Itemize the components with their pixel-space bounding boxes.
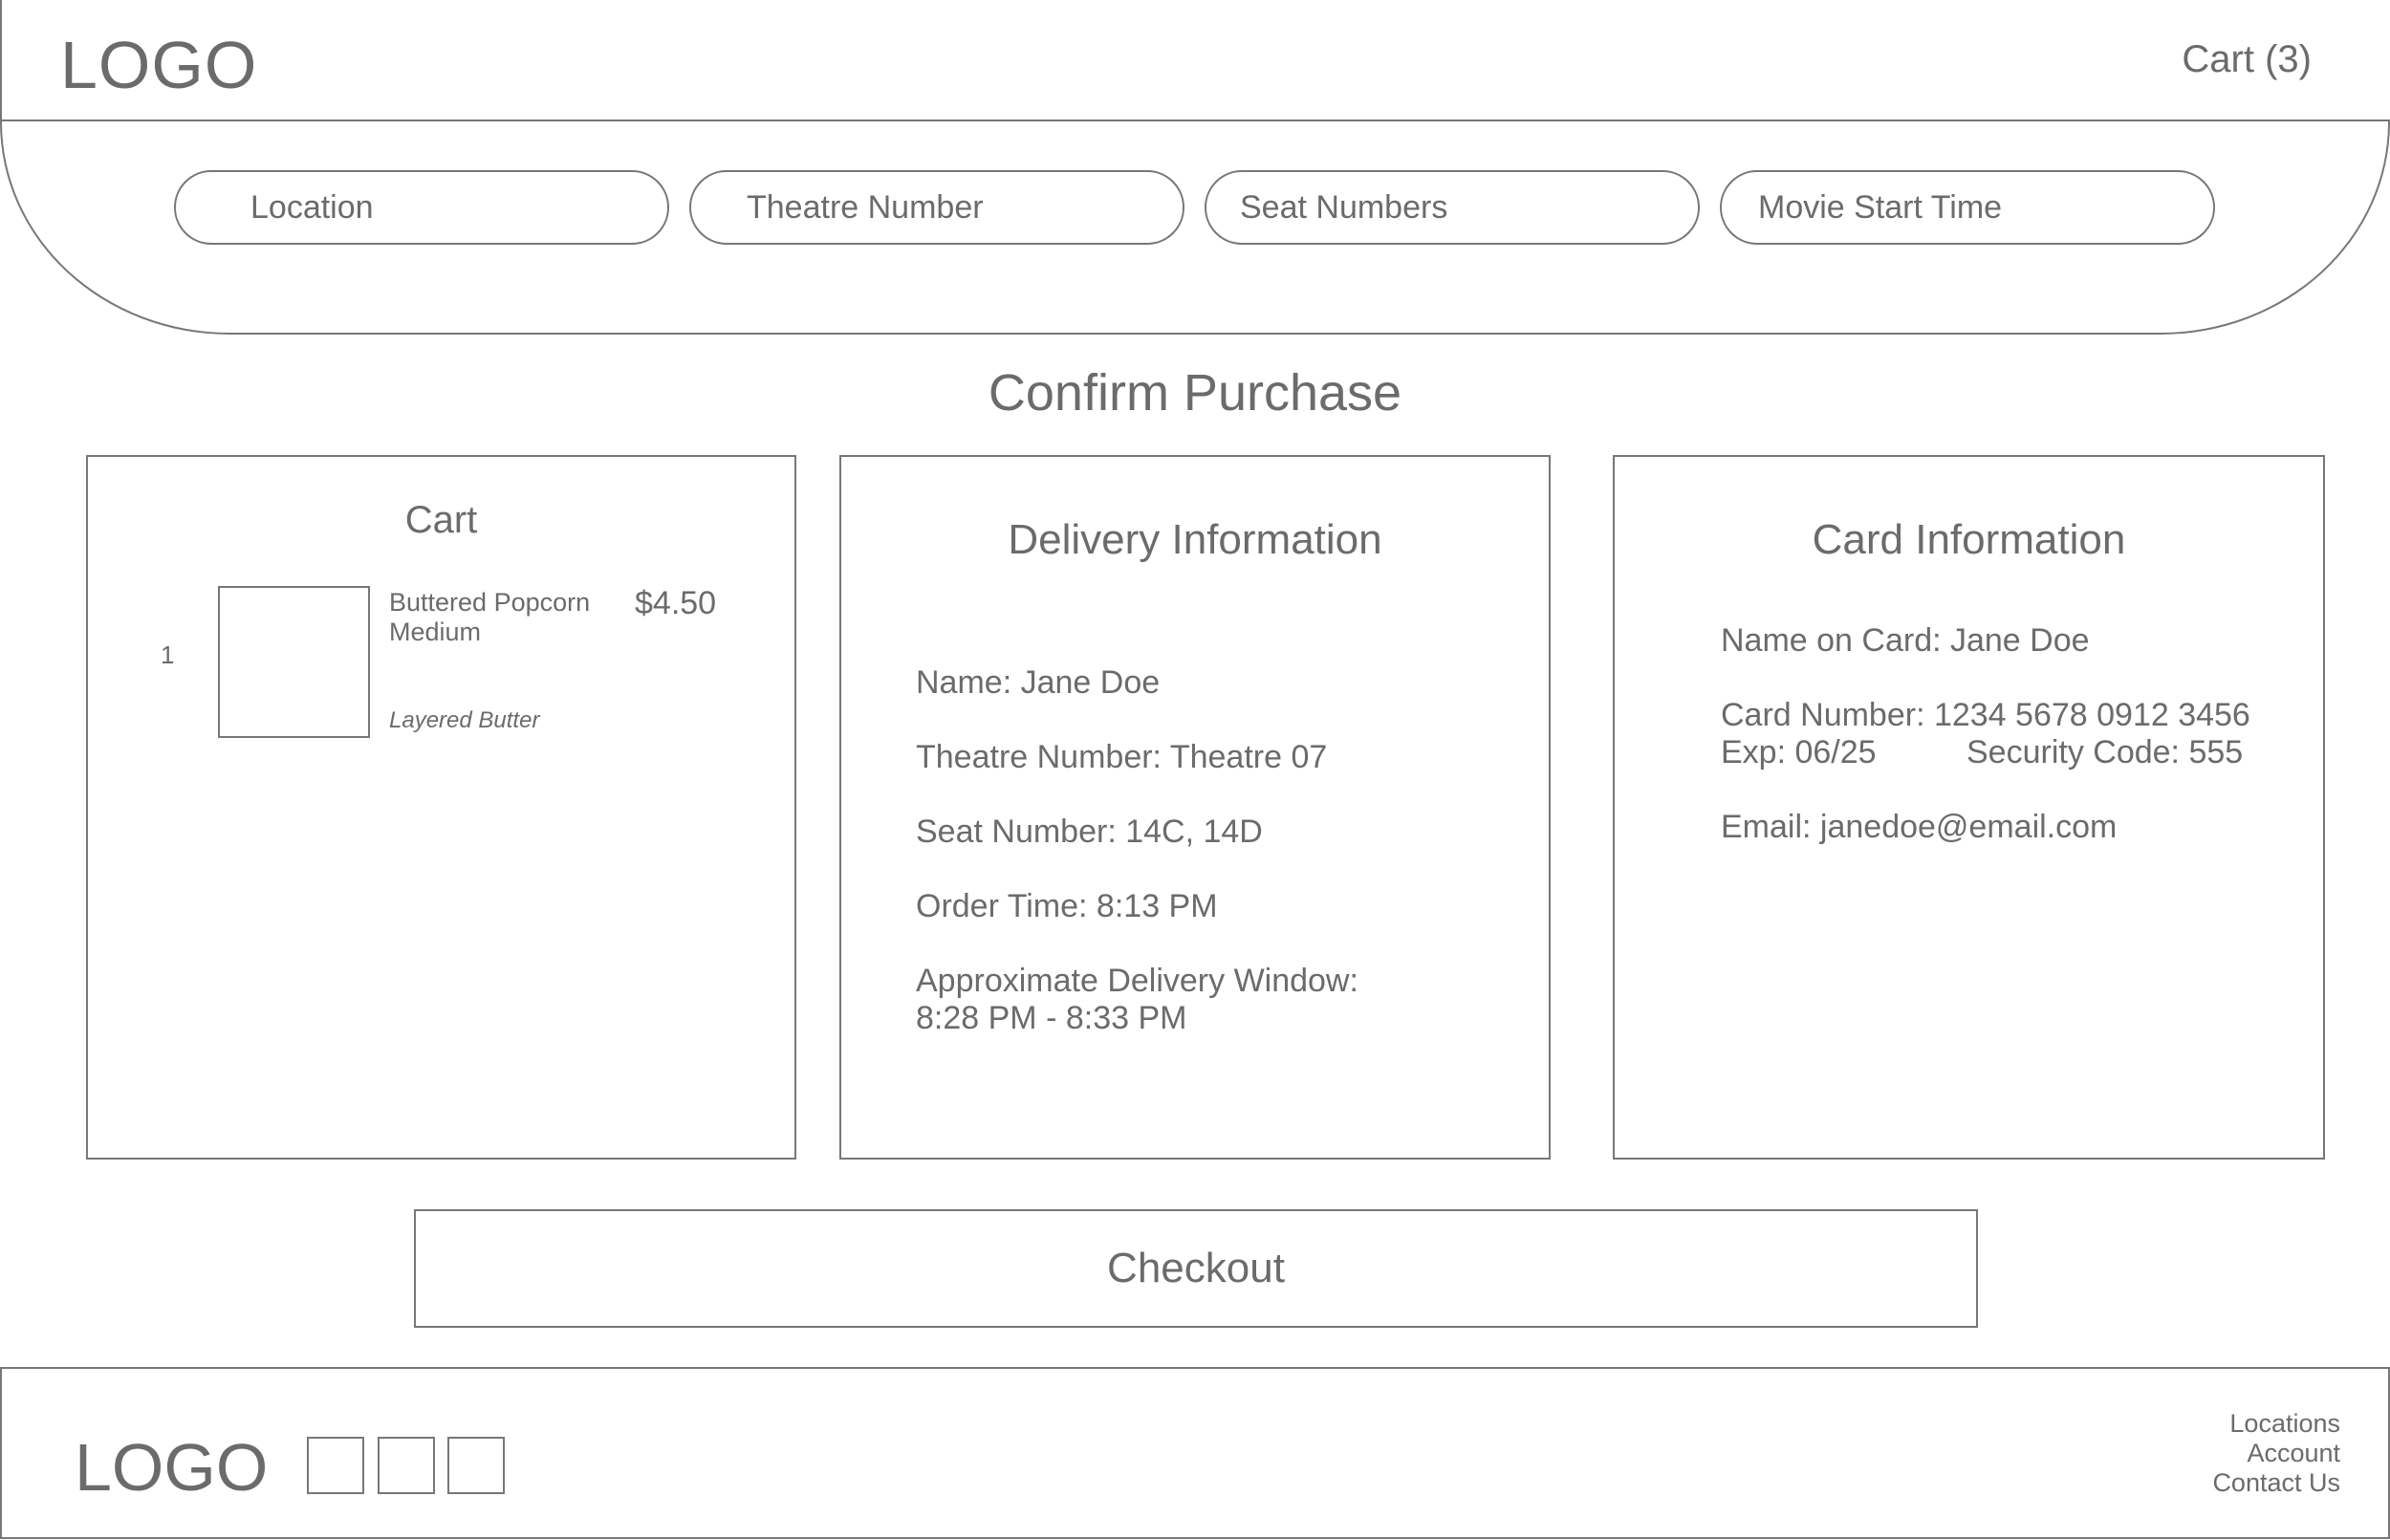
checkout-button[interactable]: Checkout <box>414 1209 1978 1328</box>
delivery-window-label: Approximate Delivery Window: <box>916 963 1358 999</box>
delivery-theatre: Theatre Number: Theatre 07 <box>916 739 1328 775</box>
delivery-order-time: Order Time: 8:13 PM <box>916 888 1218 924</box>
top-navbar <box>0 0 2390 121</box>
cart-item-price: $4.50 <box>635 585 717 621</box>
seat-numbers-input[interactable] <box>1205 170 1700 245</box>
cart-item-option: Layered Butter <box>389 707 540 733</box>
cart-link[interactable]: Cart (3) <box>2182 38 2312 81</box>
card-exp: Exp: 06/25 <box>1721 734 1877 770</box>
cart-title: Cart <box>404 499 478 541</box>
footer-link-account[interactable]: Account <box>2212 1439 2340 1468</box>
social-icon-2[interactable] <box>378 1437 435 1494</box>
social-icon-3[interactable] <box>447 1437 505 1494</box>
footer-logo[interactable]: LOGO <box>75 1429 268 1506</box>
social-icon-1[interactable] <box>307 1437 364 1494</box>
delivery-name: Name: Jane Doe <box>916 664 1161 701</box>
page-title: Confirm Purchase <box>988 364 1402 422</box>
cart-panel: Cart 1 Buttered Popcorn Medium Layered B… <box>86 455 796 1160</box>
delivery-title: Delivery Information <box>1008 516 1382 563</box>
logo[interactable]: LOGO <box>60 27 257 103</box>
movie-start-time-input[interactable] <box>1720 170 2215 245</box>
cart-item-image <box>218 586 370 738</box>
footer-link-contact-us[interactable]: Contact Us <box>2212 1468 2340 1498</box>
cart-item-name: Buttered Popcorn <box>389 588 591 617</box>
card-number: Card Number: 1234 5678 0912 3456 <box>1721 697 2250 733</box>
card-security-code: Security Code: 555 <box>1966 734 2244 770</box>
card-title: Card Information <box>1812 516 2126 563</box>
delivery-panel: Delivery Information Name: Jane Doe Thea… <box>839 455 1551 1160</box>
delivery-seats: Seat Number: 14C, 14D <box>916 813 1263 850</box>
footer-links: Locations Account Contact Us <box>2212 1409 2340 1498</box>
location-input[interactable] <box>174 170 669 245</box>
theatre-number-input[interactable] <box>689 170 1184 245</box>
footer-link-locations[interactable]: Locations <box>2212 1409 2340 1439</box>
card-panel: Card Information Name on Card: Jane Doe … <box>1613 455 2325 1160</box>
cart-item-quantity[interactable]: 1 <box>161 640 174 670</box>
card-name: Name on Card: Jane Doe <box>1721 622 2090 659</box>
delivery-window-value: 8:28 PM - 8:33 PM <box>916 1000 1187 1036</box>
card-email: Email: janedoe@email.com <box>1721 809 2118 845</box>
cart-item-size: Medium <box>389 618 482 646</box>
